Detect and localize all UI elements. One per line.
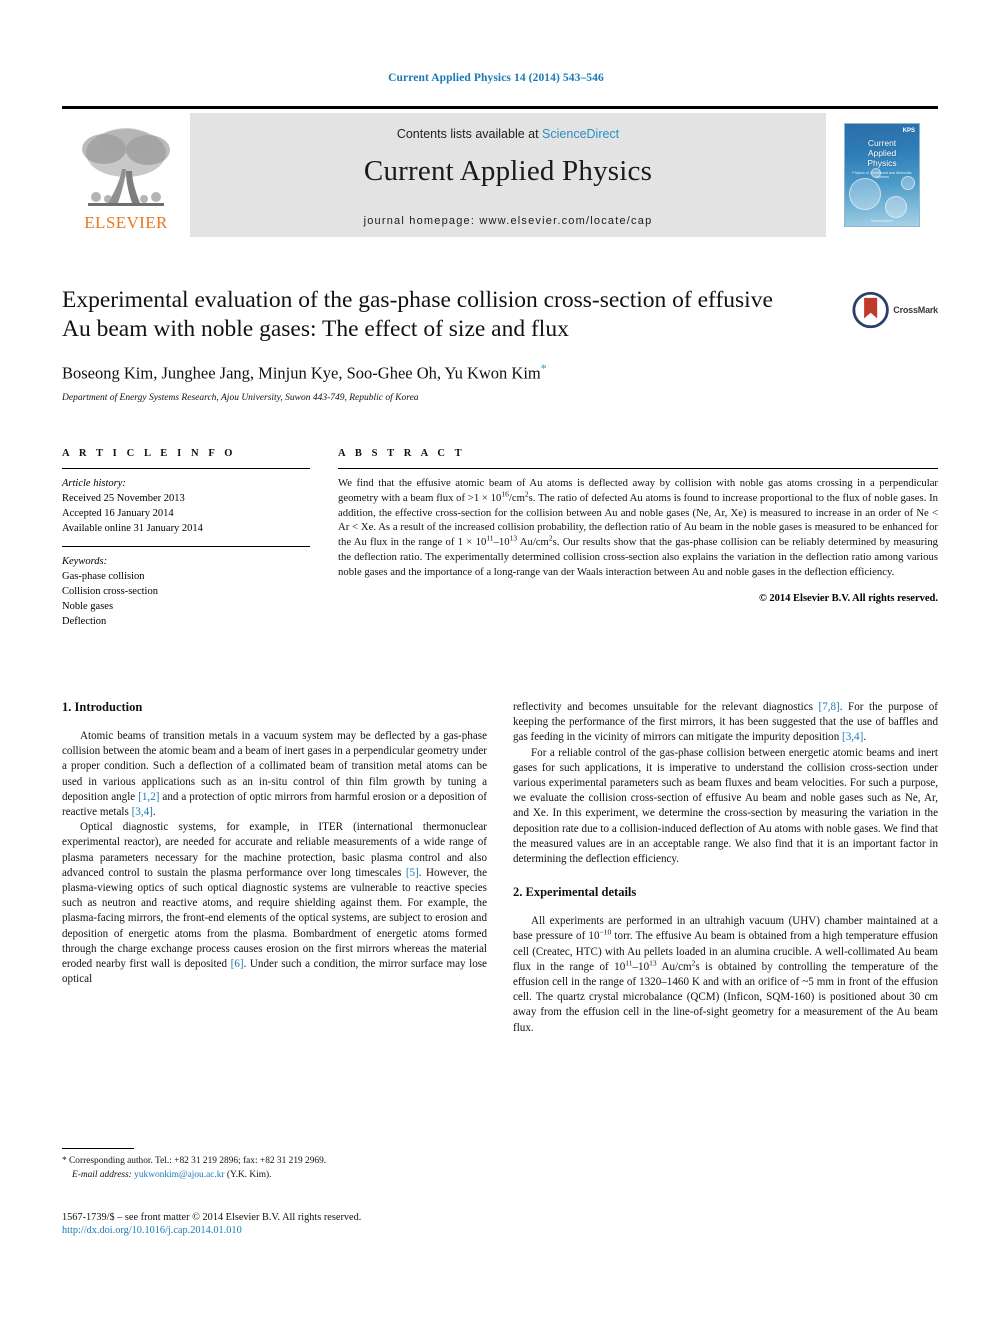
journal-title: Current Applied Physics — [363, 155, 653, 187]
p2c-text-a: reflectivity and becomes unsuitable for … — [513, 701, 819, 713]
citation-link[interactable]: [3,4] — [842, 731, 863, 743]
exp-sup-1: −10 — [599, 927, 612, 937]
divider — [62, 468, 310, 469]
p2c-text-c: . — [863, 731, 867, 744]
contents-available-line: Contents lists available at ScienceDirec… — [190, 127, 826, 141]
keyword-item: Collision cross-section — [62, 586, 158, 597]
article-info-heading: A R T I C L E I N F O — [62, 448, 237, 459]
history-available-online: Available online 31 January 2014 — [62, 523, 203, 534]
affiliation: Department of Energy Systems Research, A… — [62, 392, 419, 403]
contents-prefix: Contents lists available at — [396, 127, 543, 141]
email-label: E-mail address: — [72, 1169, 132, 1180]
citation-link[interactable]: [6] — [231, 958, 244, 970]
author-names: Boseong Kim, Junghee Jang, Minjun Kye, S… — [62, 363, 541, 383]
abstract-copyright: © 2014 Elsevier B.V. All rights reserved… — [758, 592, 938, 604]
citation-link[interactable]: [1,2] — [138, 791, 159, 803]
cover-bubble-icon — [885, 196, 907, 218]
body-column-left: 1. Introduction Atomic beams of transiti… — [62, 700, 487, 1170]
journal-cover-cell: KPS Current Applied Physics Physics of C… — [826, 113, 938, 237]
keywords-label: Keywords: — [62, 556, 108, 567]
elsevier-tree-logo: ELSEVIER — [70, 119, 182, 232]
column-gap — [310, 448, 338, 629]
info-abstract-row: A R T I C L E I N F O Article history: R… — [62, 448, 938, 629]
journal-homepage[interactable]: journal homepage: www.elsevier.com/locat… — [190, 215, 826, 227]
cover-footer: ScienceDirect — [870, 219, 894, 223]
cover-title: Current Applied Physics — [845, 138, 919, 168]
footnote-body: * Corresponding author. Tel.: +82 31 219… — [62, 1155, 487, 1182]
abstract-body: We find that the effusive atomic beam of… — [338, 477, 939, 578]
cover-title-line3: Physics — [867, 158, 897, 168]
p1-text-c: . — [152, 806, 156, 819]
cover-society-mark: KPS — [902, 128, 915, 134]
divider — [62, 546, 310, 547]
section-heading-introduction: 1. Introduction — [62, 700, 143, 714]
title-block: Experimental evaluation of the gas-phase… — [62, 286, 938, 403]
article-history-label: Article history: — [62, 478, 126, 489]
column-gutter — [487, 700, 513, 1170]
crossmark-icon — [852, 291, 889, 329]
crossmark-label: CrossMark — [893, 305, 938, 315]
cover-title-line2: Applied — [867, 148, 897, 158]
exp-sup-3: 13 — [649, 958, 657, 968]
intro-paragraph-2: Optical diagnostic systems, for example,… — [62, 820, 487, 987]
intro-paragraph-1: Atomic beams of transition metals in a v… — [62, 729, 487, 820]
corresponding-author-marker: * — [540, 361, 547, 375]
publisher-logo-cell: ELSEVIER — [62, 113, 190, 237]
body-column-right: reflectivity and becomes unsuitable for … — [513, 700, 938, 1170]
citation-link[interactable]: [7,8] — [818, 701, 839, 713]
citation-link[interactable]: [3,4] — [132, 806, 153, 818]
keyword-item: Gas-phase collision — [62, 571, 145, 582]
journal-masthead: ELSEVIER Contents lists available at Sci… — [62, 106, 938, 237]
citation-link[interactable]: [5] — [406, 867, 419, 879]
exp-text-c: –10 — [632, 960, 650, 973]
elsevier-wordmark: ELSEVIER — [84, 213, 168, 232]
exp-text-d: Au/cm — [656, 960, 692, 973]
running-head: Current Applied Physics 14 (2014) 543–54… — [388, 72, 604, 84]
email-suffix: (Y.K. Kim). — [224, 1169, 272, 1180]
keyword-item: Deflection — [62, 616, 107, 627]
email-link[interactable]: yukwonkim@ajou.ac.kr — [134, 1170, 224, 1180]
divider — [338, 468, 938, 469]
sciencedirect-link[interactable]: ScienceDirect — [542, 127, 619, 141]
cover-bubble-icon — [871, 168, 881, 178]
experimental-paragraph-1: All experiments are performed in an ultr… — [513, 914, 938, 1036]
article-info-column: A R T I C L E I N F O Article history: R… — [62, 448, 310, 629]
p2-text-b: . However, the plasma-viewing optics of … — [62, 866, 487, 971]
cover-bubble-icon — [901, 176, 915, 190]
corresponding-author-footnote: * Corresponding author. Tel.: +82 31 219… — [62, 1148, 487, 1182]
intro-paragraph-2-continued: reflectivity and becomes unsuitable for … — [513, 700, 938, 746]
author-list: Boseong Kim, Junghee Jang, Minjun Kye, S… — [62, 361, 938, 384]
body-columns: 1. Introduction Atomic beams of transiti… — [62, 700, 938, 1170]
intro-paragraph-3: For a reliable control of the gas-phase … — [513, 746, 938, 866]
history-received: Received 25 November 2013 — [62, 493, 185, 504]
doi-link[interactable]: http://dx.doi.org/10.1016/j.cap.2014.01.… — [62, 1225, 532, 1236]
footnote-corresponding-text: Corresponding author. Tel.: +82 31 219 2… — [66, 1156, 327, 1166]
abstract-column: A B S T R A C T We find that the effusiv… — [338, 448, 938, 629]
cover-title-line1: Current — [867, 138, 897, 148]
article-title: Experimental evaluation of the gas-phase… — [62, 287, 773, 342]
cover-bubble-icon — [849, 178, 881, 210]
footnote-divider — [62, 1148, 134, 1149]
journal-cover-image: KPS Current Applied Physics Physics of C… — [844, 123, 920, 227]
masthead-center: Contents lists available at ScienceDirec… — [190, 113, 826, 237]
exp-sup-2: 11 — [625, 958, 633, 968]
keyword-item: Noble gases — [62, 601, 114, 612]
history-accepted: Accepted 16 January 2014 — [62, 508, 174, 519]
abstract-heading: A B S T R A C T — [338, 448, 466, 459]
footer-block: 1567-1739/$ – see front matter © 2014 El… — [62, 1212, 532, 1236]
issn-copyright-line: 1567-1739/$ – see front matter © 2014 El… — [62, 1212, 362, 1223]
paper-page: Current Applied Physics 14 (2014) 543–54… — [0, 0, 992, 1323]
section-heading-experimental: 2. Experimental details — [513, 885, 637, 900]
crossmark-badge[interactable]: CrossMark — [852, 288, 938, 332]
